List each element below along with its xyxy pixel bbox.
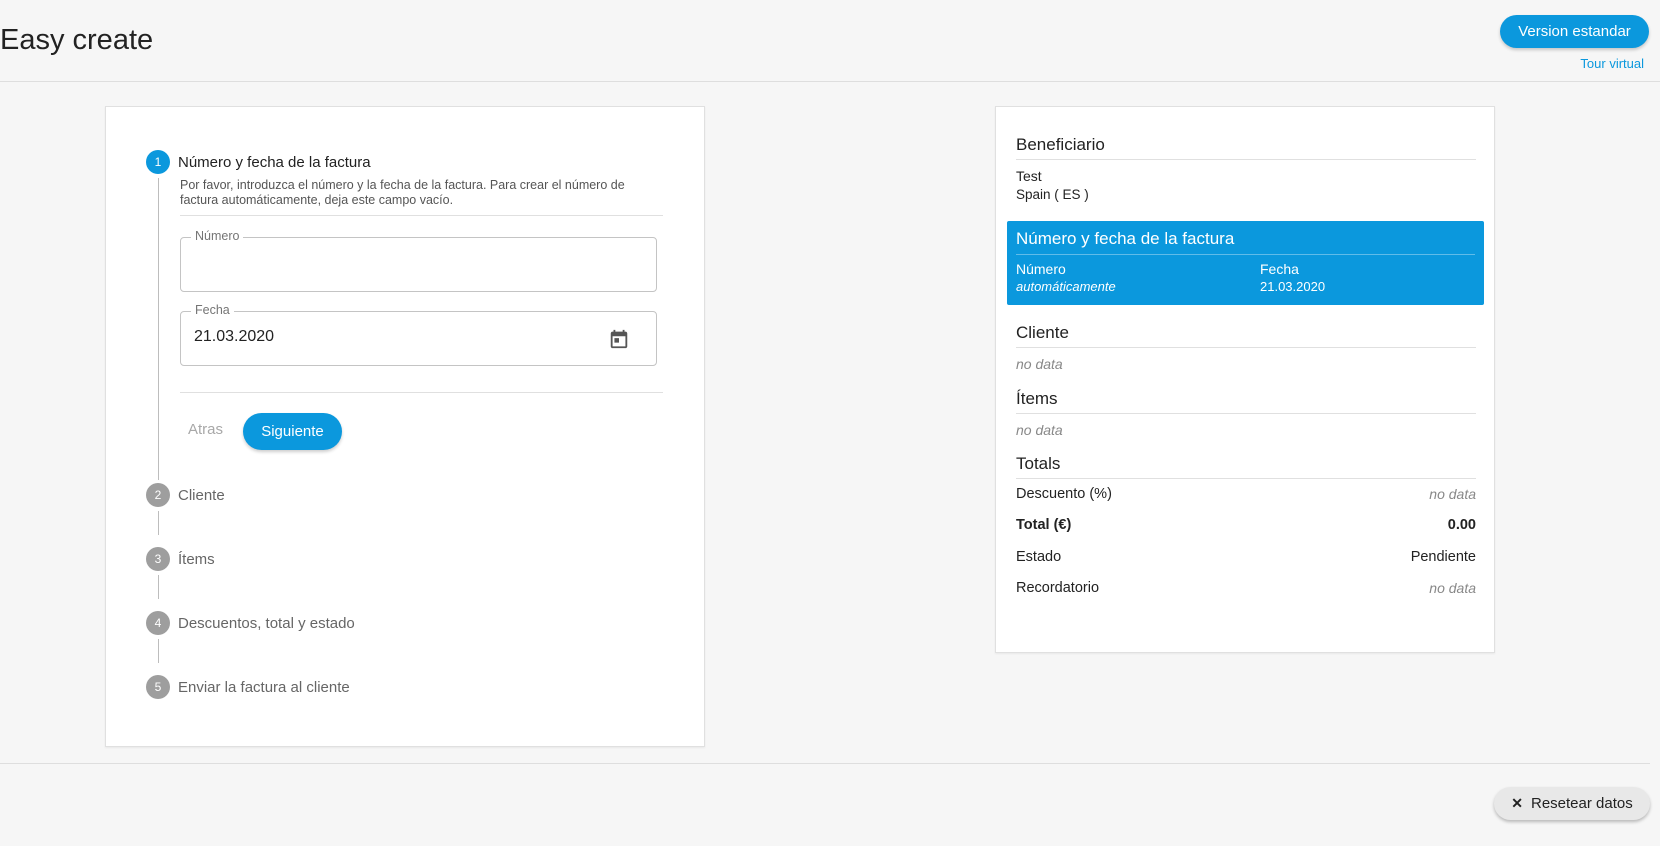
step-5[interactable]: 5 Enviar la factura al cliente bbox=[146, 675, 350, 699]
client-value: no data bbox=[1016, 356, 1063, 372]
step-connector bbox=[158, 575, 159, 599]
invoice-number-column: Número automáticamente bbox=[1016, 261, 1116, 294]
close-icon: ✕ bbox=[1511, 795, 1523, 811]
step-3-label: Ítems bbox=[178, 550, 215, 568]
invoice-summary-title: Número y fecha de la factura bbox=[1016, 229, 1475, 255]
step-1[interactable]: 1 Número y fecha de la factura bbox=[146, 150, 371, 174]
next-button[interactable]: Siguiente bbox=[243, 413, 342, 450]
step-description: Por favor, introduzca el número y la fec… bbox=[180, 178, 625, 207]
page-title: Easy create bbox=[0, 24, 154, 56]
step-2[interactable]: 2 Cliente bbox=[146, 483, 225, 507]
reminder-label: Recordatorio bbox=[1016, 580, 1100, 596]
numero-field-label: Número bbox=[191, 229, 244, 243]
invoice-summary-highlight: Número y fecha de la factura Número auto… bbox=[1007, 221, 1484, 305]
step-5-label: Enviar la factura al cliente bbox=[178, 678, 350, 696]
actions-divider bbox=[180, 392, 663, 393]
step-3-number: 3 bbox=[146, 547, 170, 571]
invoice-number-label: Número bbox=[1016, 261, 1066, 277]
step-connector bbox=[158, 511, 159, 535]
footer-divider bbox=[0, 763, 1650, 764]
total-row: Total (€) 0.00 bbox=[1016, 517, 1476, 533]
numero-input[interactable] bbox=[194, 254, 594, 272]
reset-data-label: Resetear datos bbox=[1531, 795, 1633, 812]
reminder-row: Recordatorio no data bbox=[1016, 580, 1476, 596]
discount-row: Descuento (%) no data bbox=[1016, 486, 1476, 502]
invoice-date-column: Fecha 21.03.2020 bbox=[1260, 261, 1325, 294]
status-label: Estado bbox=[1016, 549, 1062, 565]
step-4[interactable]: 4 Descuentos, total y estado bbox=[146, 611, 355, 635]
status-value: Pendiente bbox=[1410, 549, 1476, 565]
reset-data-button[interactable]: ✕ Resetear datos bbox=[1494, 787, 1650, 820]
invoice-number-value: automáticamente bbox=[1016, 279, 1116, 294]
header-divider bbox=[0, 81, 1660, 82]
calendar-icon[interactable] bbox=[608, 328, 630, 350]
back-button[interactable]: Atras bbox=[188, 421, 223, 438]
step-2-label: Cliente bbox=[178, 486, 225, 504]
beneficiary-country: Spain ( ES ) bbox=[1016, 187, 1089, 202]
step-4-number: 4 bbox=[146, 611, 170, 635]
invoice-date-value: 21.03.2020 bbox=[1260, 279, 1326, 294]
invoice-date-label: Fecha bbox=[1260, 261, 1299, 277]
stepper-card: 1 Número y fecha de la factura Por favor… bbox=[105, 106, 705, 747]
tour-virtual-link[interactable]: Tour virtual bbox=[1580, 56, 1644, 71]
discount-label: Descuento (%) bbox=[1016, 486, 1112, 502]
reminder-value: no data bbox=[1429, 580, 1476, 596]
version-estandar-button[interactable]: Version estandar bbox=[1500, 15, 1649, 48]
status-row: Estado Pendiente bbox=[1016, 549, 1476, 565]
items-value: no data bbox=[1016, 422, 1063, 438]
items-section: Ítems no data bbox=[1016, 389, 1476, 438]
totals-title: Totals bbox=[1016, 454, 1476, 479]
numero-field[interactable]: Número bbox=[180, 229, 657, 292]
beneficiary-name: Test bbox=[1016, 168, 1042, 184]
client-section: Cliente no data bbox=[1016, 323, 1476, 372]
step-1-number: 1 bbox=[146, 150, 170, 174]
discount-value: no data bbox=[1429, 486, 1476, 502]
beneficiary-title: Beneficiario bbox=[1016, 135, 1476, 160]
summary-card: Beneficiario Test Spain ( ES ) Número y … bbox=[995, 106, 1495, 653]
total-label: Total (€) bbox=[1016, 517, 1072, 533]
total-value: 0.00 bbox=[1447, 517, 1476, 533]
step-1-label: Número y fecha de la factura bbox=[178, 153, 371, 171]
step-connector bbox=[158, 639, 159, 663]
step-2-number: 2 bbox=[146, 483, 170, 507]
fecha-input[interactable] bbox=[194, 328, 594, 346]
fecha-field-label: Fecha bbox=[191, 303, 234, 317]
beneficiary-section: Beneficiario Test Spain ( ES ) bbox=[1016, 135, 1476, 202]
items-title: Ítems bbox=[1016, 389, 1476, 414]
totals-section: Totals bbox=[1016, 454, 1476, 479]
step-3[interactable]: 3 Ítems bbox=[146, 547, 215, 571]
client-title: Cliente bbox=[1016, 323, 1476, 348]
step-4-label: Descuentos, total y estado bbox=[178, 614, 355, 632]
description-divider bbox=[180, 215, 663, 216]
fecha-field[interactable]: Fecha bbox=[180, 303, 657, 366]
step-5-number: 5 bbox=[146, 675, 170, 699]
step-connector bbox=[158, 178, 159, 480]
